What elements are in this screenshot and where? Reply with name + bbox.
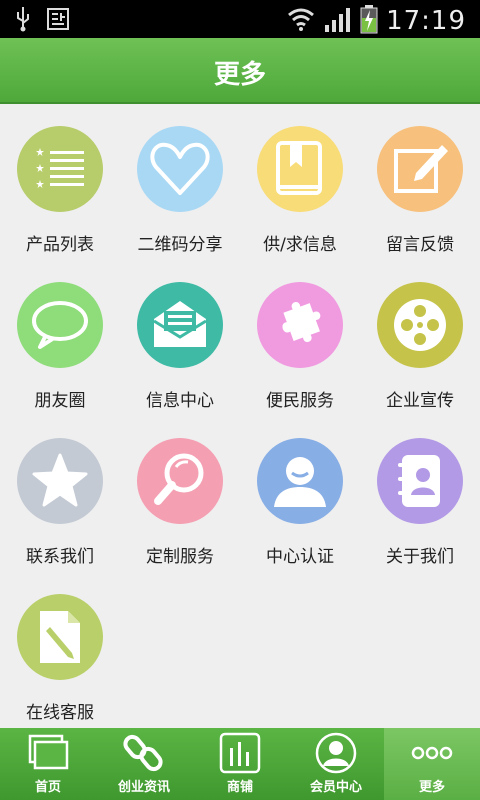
chat-bubble-icon (32, 301, 88, 349)
heart-icon (150, 142, 210, 195)
grid-item-label: 产品列表 (26, 235, 94, 255)
contacts-book-icon (398, 455, 440, 507)
grid-item-about-us[interactable]: 关于我们 (360, 416, 480, 572)
grid-item-icon-bg (137, 282, 223, 368)
link-icon (123, 734, 163, 772)
bar-chart-icon (219, 732, 261, 774)
grid-item-icon-bg (377, 438, 463, 524)
input-method-icon (46, 6, 70, 36)
member-icon (315, 732, 357, 774)
grid-item-label: 朋友圈 (34, 391, 86, 411)
grid-item-label: 中心认证 (266, 547, 334, 567)
grid-item-icon-bg (17, 594, 103, 680)
film-reel-icon (394, 299, 446, 351)
grid-item-label: 在线客服 (26, 703, 94, 723)
signal-icon (324, 5, 352, 37)
grid-item-label: 便民服务 (266, 391, 334, 411)
book-icon (276, 141, 322, 195)
grid-item-icon-bg (137, 438, 223, 524)
grid-item-label: 留言反馈 (386, 235, 454, 255)
grid-item-icon-bg (377, 282, 463, 368)
nav-label: 首页 (34, 780, 61, 795)
grid-item-company-promo[interactable]: 企业宣传 (360, 260, 480, 416)
grid-item-feedback[interactable]: 留言反馈 (360, 104, 480, 260)
more-dots-icon (411, 746, 453, 760)
page-title: 更多 (213, 60, 266, 90)
envelope-icon (153, 301, 207, 347)
feature-grid: 产品列表 二维码分享 供/求信息 留言反馈 朋友圈 信息中心 便民服务 企业宣传… (0, 104, 480, 728)
nav-member-center[interactable]: 会员中心 (288, 728, 384, 800)
nav-shop[interactable]: 商铺 (192, 728, 288, 800)
edit-icon (394, 145, 448, 193)
grid-item-label: 联系我们 (26, 547, 94, 567)
grid-item-convenience-service[interactable]: 便民服务 (240, 260, 360, 416)
grid-item-label: 二维码分享 (137, 235, 223, 255)
star-icon (32, 453, 88, 507)
grid-item-supply-demand[interactable]: 供/求信息 (240, 104, 360, 260)
grid-item-icon-bg (17, 438, 103, 524)
user-icon (274, 457, 326, 507)
nav-label: 创业资讯 (117, 780, 170, 795)
puzzle-icon (282, 302, 321, 343)
grid-item-icon-bg (257, 438, 343, 524)
grid-item-product-list[interactable]: 产品列表 (0, 104, 120, 260)
grid-item-icon-bg (17, 282, 103, 368)
nav-home[interactable]: 首页 (0, 728, 96, 800)
nav-label: 会员中心 (309, 780, 362, 795)
grid-item-label: 供/求信息 (263, 235, 337, 255)
bottom-nav: 首页 创业资讯 商铺 会员中心 更多 (0, 728, 480, 800)
grid-item-icon-bg (17, 126, 103, 212)
clock: 17:19 (386, 6, 466, 36)
grid-item-label: 关于我们 (386, 547, 454, 567)
grid-item-moments[interactable]: 朋友圈 (0, 260, 120, 416)
nav-startup-news[interactable]: 创业资讯 (96, 728, 192, 800)
grid-item-label: 企业宣传 (386, 391, 454, 411)
status-bar: 17:19 (0, 0, 480, 38)
grid-item-icon-bg (257, 282, 343, 368)
grid-item-center-certification[interactable]: 中心认证 (240, 416, 360, 572)
magnifier-icon (154, 453, 204, 505)
grid-item-label: 定制服务 (146, 547, 214, 567)
nav-label: 商铺 (226, 780, 253, 795)
grid-item-icon-bg (377, 126, 463, 212)
grid-item-online-support[interactable]: 在线客服 (0, 572, 120, 728)
list-stars-icon (36, 148, 84, 188)
home-windows-icon (28, 734, 69, 770)
grid-item-contact-us[interactable]: 联系我们 (0, 416, 120, 572)
battery-charging-icon (360, 4, 378, 38)
nav-more[interactable]: 更多 (384, 728, 480, 800)
grid-item-qrcode-share[interactable]: 二维码分享 (120, 104, 240, 260)
grid-item-label: 信息中心 (146, 391, 214, 411)
grid-item-message-center[interactable]: 信息中心 (120, 260, 240, 416)
wifi-icon (286, 5, 316, 37)
nav-label: 更多 (418, 780, 445, 795)
title-bar: 更多 (0, 38, 480, 104)
grid-item-custom-service[interactable]: 定制服务 (120, 416, 240, 572)
grid-item-icon-bg (257, 126, 343, 212)
usb-icon (14, 6, 32, 36)
document-edit-icon (40, 611, 80, 663)
grid-item-icon-bg (137, 126, 223, 212)
